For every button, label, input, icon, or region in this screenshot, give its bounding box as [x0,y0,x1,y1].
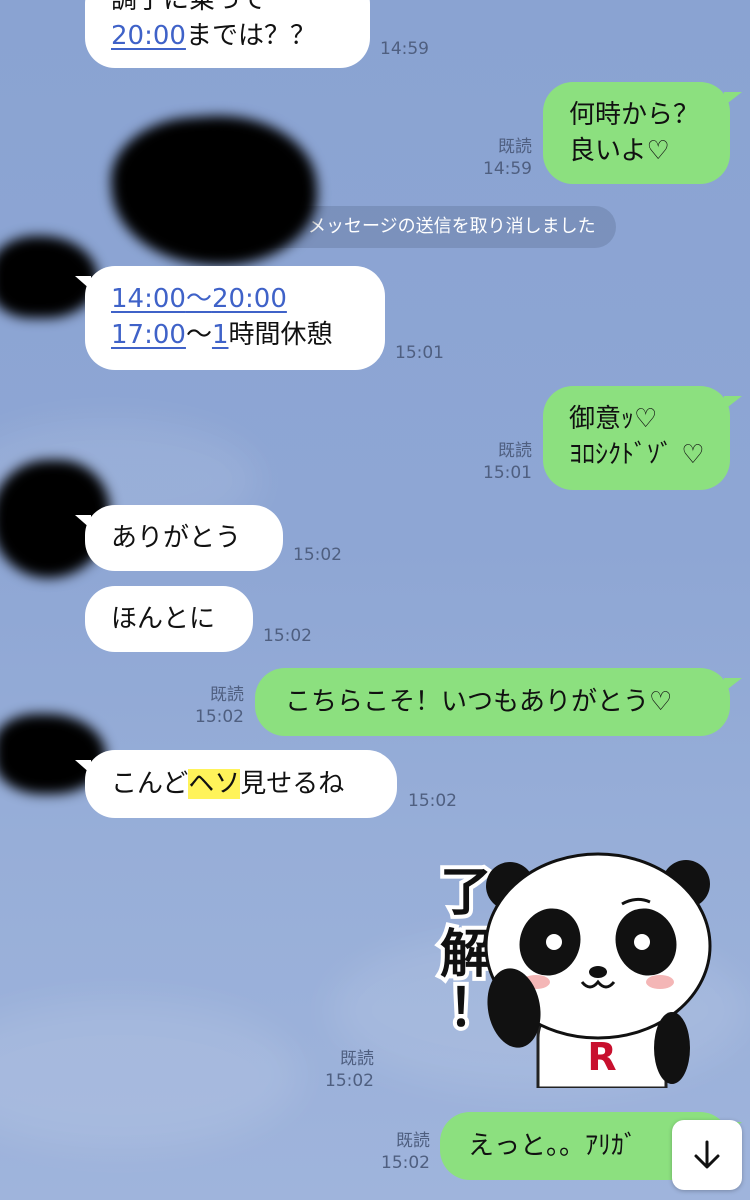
message-time: 15:02 [195,707,244,727]
message-text: こちらこそ！いつもありがとう♡ [285,687,673,717]
message-time: 14:59 [483,159,532,179]
panda-sticker-icon[interactable]: 了 解 ！ R [410,848,730,1090]
message-text: 調子に乗って [111,0,266,15]
message-time: 15:01 [395,343,444,363]
message-time: 15:02 [293,545,342,565]
read-receipt: 既読 [340,1049,374,1069]
message-bubble-incoming[interactable]: 14:00～20:00 17:00～1時間休憩 [75,266,385,370]
message-meta: 15:02 [263,625,312,647]
background-cloud [0,1000,300,1150]
sticker-image: 了 解 ！ R [436,852,712,1090]
redaction-blot [107,109,322,273]
message-text: 何時から？ [569,100,700,130]
message-bubble-outgoing[interactable]: 御意ｯ♡ ﾖﾛｼｸﾄﾞｿﾞ ♡ [543,386,742,490]
message-meta: 既読 15:02 [368,1130,430,1174]
time-link[interactable]: 14:00 [111,284,186,314]
read-receipt: 既読 [210,685,244,705]
message-text: 良いよ♡ [569,136,670,166]
message-meta: 既読 15:01 [470,440,532,484]
message-bubble-incoming[interactable]: こんどヘソ見せるね [75,750,397,818]
svg-text:解: 解 [440,925,492,985]
message-meta: 既読 15:02 [312,1048,374,1092]
message-time: 15:02 [381,1153,430,1173]
message-text: 御意ｯ♡ [569,404,658,434]
message-text: ほんとに [111,604,216,634]
message-meta: 15:01 [395,342,444,364]
message-bubble-outgoing[interactable]: 何時から？ 良いよ♡ [543,82,742,184]
message-bubble-outgoing[interactable]: こちらこそ！いつもありがとう♡ [255,668,742,736]
message-time: 15:02 [408,791,457,811]
arrow-down-icon [694,1140,720,1169]
sticker-text: 了 [440,863,492,923]
time-link[interactable]: 17:00 [111,320,186,350]
message-text: 14:00～20:00 [111,284,287,314]
message-time: 15:01 [483,463,532,483]
read-receipt: 既読 [498,137,532,157]
time-link[interactable]: 20:00 [111,21,186,51]
message-text: 20:00までは？？ [111,21,316,51]
message-text: ﾖﾛｼｸﾄﾞｿﾞ ♡ [569,440,705,470]
message-meta: 14:59 [380,38,429,60]
message-time: 15:02 [263,626,312,646]
message-text: こんどヘソ見せるね [111,769,345,799]
scroll-to-bottom-button[interactable] [672,1120,742,1190]
highlighted-text: ヘソ [188,769,241,799]
message-meta: 15:02 [293,544,342,566]
read-receipt: 既読 [396,1131,430,1151]
message-meta: 既読 15:02 [182,684,244,728]
message-text: 17:00～1時間休憩 [111,320,333,350]
message-bubble-incoming[interactable]: 調子に乗って 20:00までは？？ [85,0,370,68]
message-meta: 既読 14:59 [470,136,532,180]
message-bubble-incoming[interactable]: ほんとに [85,586,253,652]
message-time: 14:59 [380,39,429,59]
message-bubble-incoming[interactable]: ありがとう [75,505,283,571]
message-meta: 15:02 [408,790,457,812]
message-text: えっと。。ｱﾘｶﾞ [468,1131,638,1161]
message-time: 15:02 [325,1071,374,1091]
read-receipt: 既読 [498,441,532,461]
chat-view[interactable]: 調子に乗って 20:00までは？？ 14:59 何時から？ 良いよ♡ 既読 14… [0,0,750,1200]
sticker-logo: R [587,1035,616,1079]
message-text: ありがとう [111,523,242,553]
